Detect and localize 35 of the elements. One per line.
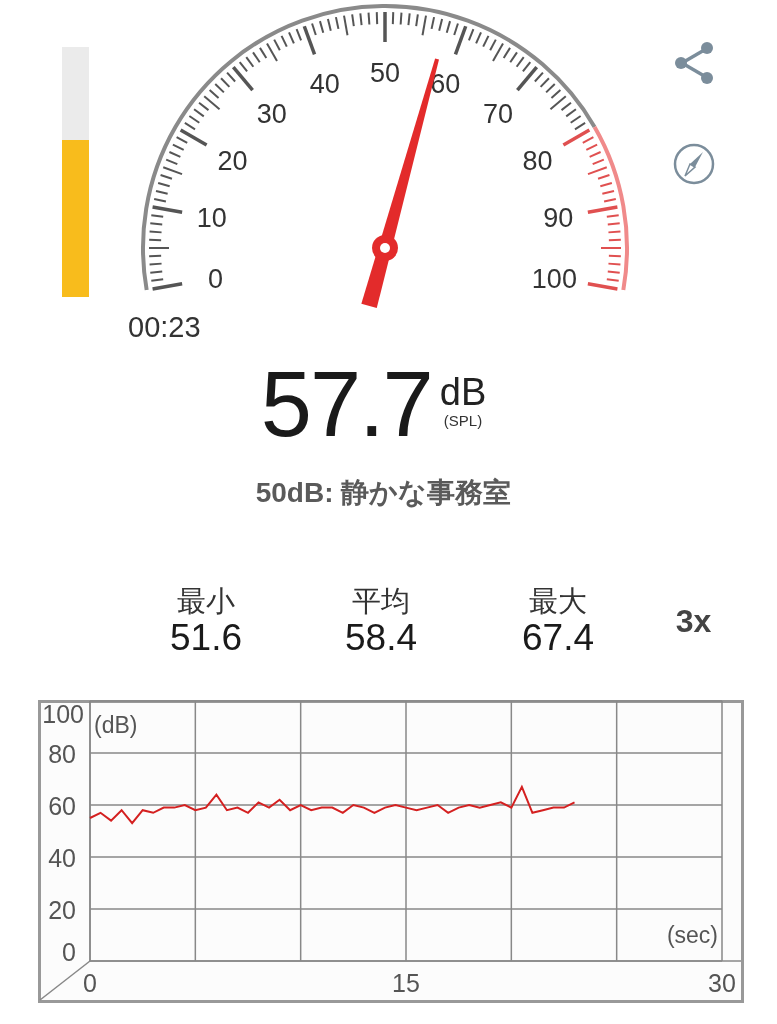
stat-value: 58.4 (345, 618, 417, 658)
y-tick-label: 60 (48, 792, 76, 820)
stat-label: 最小 (177, 584, 235, 618)
y-tick-label: 20 (48, 896, 76, 924)
y-axis-unit: (dB) (94, 712, 138, 738)
elapsed-time: 00:23 (128, 310, 201, 344)
scale-label: 70 (483, 99, 514, 130)
scale-label: 60 (430, 68, 461, 99)
decibel-reading: 57.7 (260, 358, 432, 450)
y-tick-label: 80 (48, 740, 76, 768)
scale-label: 80 (522, 146, 553, 176)
x-tick-label: 30 (708, 969, 736, 997)
unit-label: dB (439, 372, 487, 412)
stat-label: 平均 (352, 584, 410, 618)
y-tick-label: 0 (62, 938, 76, 966)
scale-label: 50 (370, 58, 400, 88)
zoom-toggle[interactable]: 3x (675, 602, 712, 640)
reference-level-text: 50dB: 静かな事務室 (255, 476, 512, 510)
scale-label: 0 (208, 263, 224, 294)
stat-value: 67.4 (522, 618, 594, 658)
stat-label: 最大 (529, 584, 587, 618)
y-tick-label: 40 (48, 844, 76, 872)
x-tick-label: 0 (83, 969, 97, 997)
scale-label: 40 (309, 68, 340, 99)
x-tick-label: 15 (392, 969, 420, 997)
weighting-label: (SPL) (443, 412, 483, 430)
scale-label: 10 (196, 203, 227, 234)
y-tick-label: 100 (42, 700, 84, 728)
scale-label: 30 (256, 99, 287, 130)
scale-label: 100 (531, 263, 577, 294)
stat-value: 51.6 (170, 618, 242, 658)
scale-label: 90 (543, 203, 574, 234)
compass-icon[interactable] (671, 141, 716, 187)
x-axis-unit: (sec) (666, 922, 718, 948)
scale-label: 20 (217, 146, 248, 176)
